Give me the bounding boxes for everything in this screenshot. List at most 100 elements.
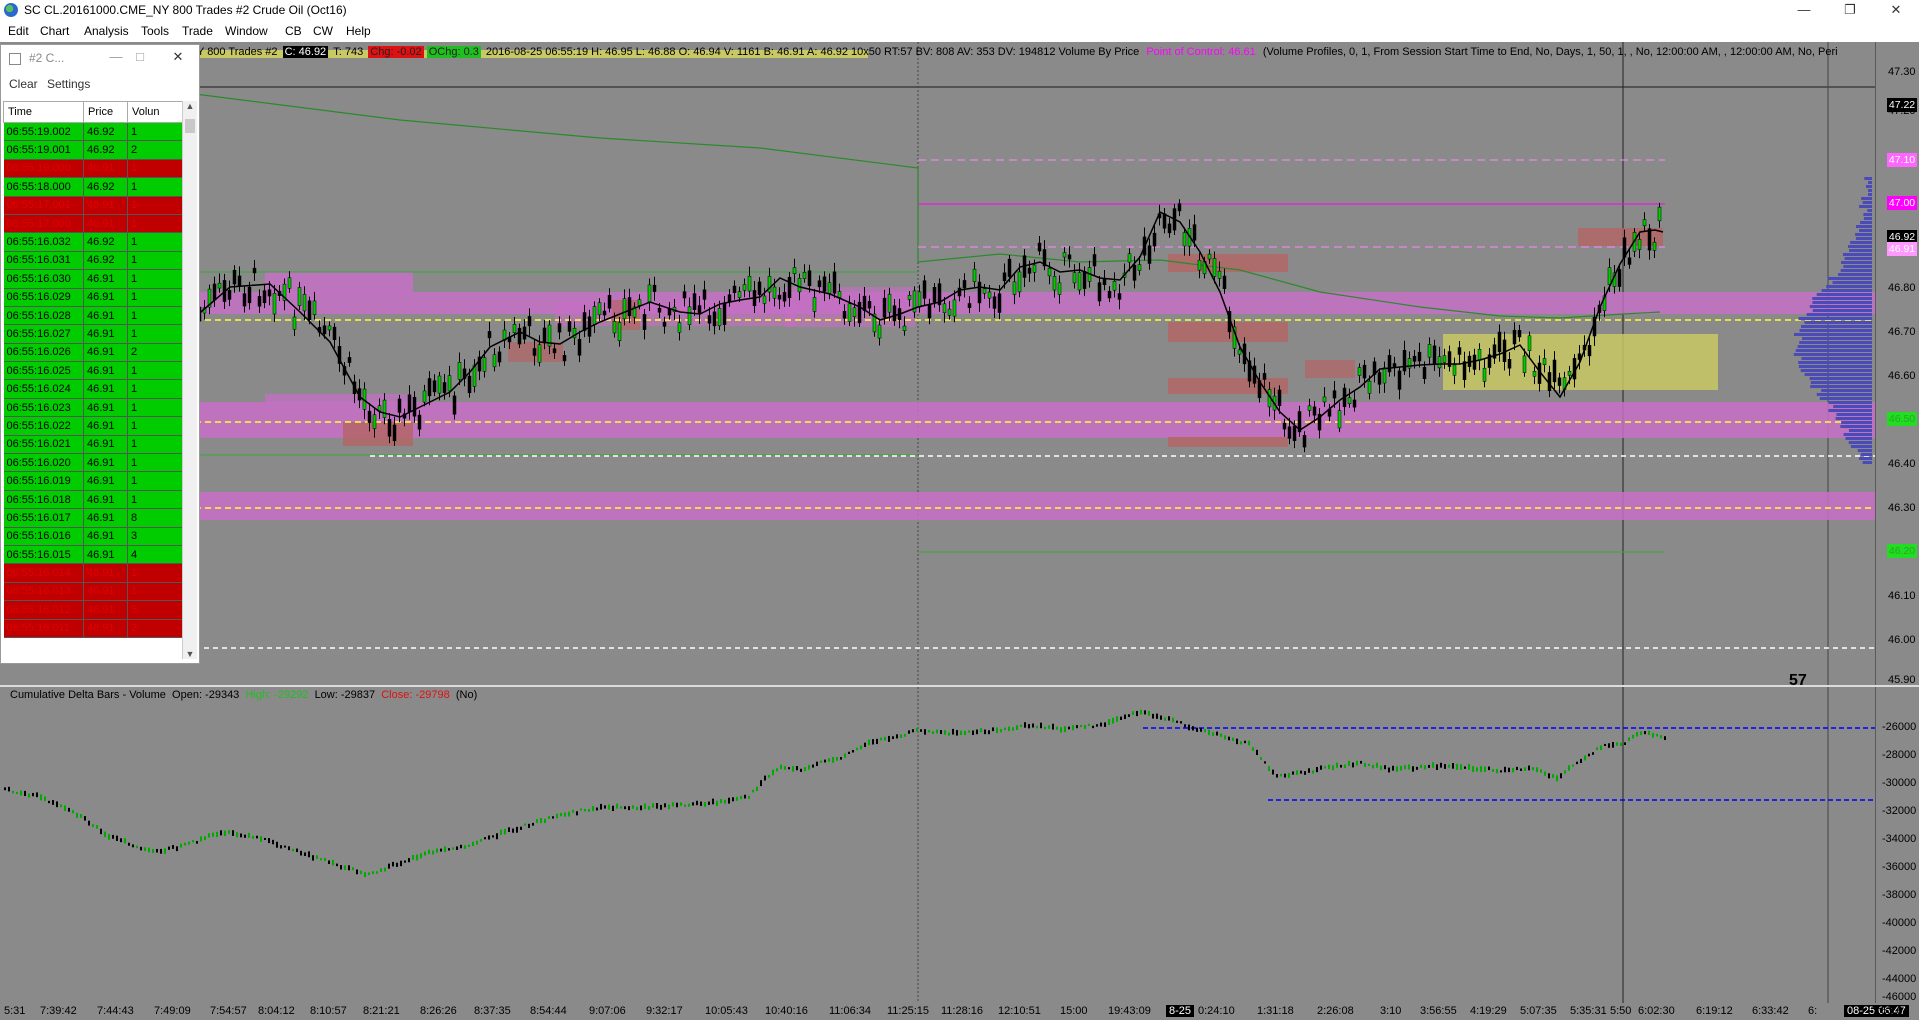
cumulative-delta-chart[interactable]: Cumulative Delta Bars - Volume Open: -29… [0,685,1919,1003]
ts-row[interactable]: 06:55:16.031 46.92 1 [3,251,184,271]
ts-cell-price: 46.91 [83,159,128,179]
menu-trade[interactable]: Trade [182,24,213,38]
menu-cb[interactable]: CB [285,24,302,38]
candle [1312,406,1317,416]
menu-edit[interactable]: Edit [8,24,29,38]
menu-cw[interactable]: CW [313,24,333,38]
delta-bar [40,794,42,801]
ts-row[interactable]: 06:55:16.015 46.91 4 [3,545,184,565]
ts-settings-button[interactable]: Settings [47,77,90,91]
ts-row[interactable]: 06:55:16.026 46.91 2 [3,343,184,363]
scroll-down-icon[interactable]: ▼ [183,649,197,659]
ts-row[interactable]: 06:55:16.018 46.91 1 [3,490,184,510]
ts-row[interactable]: 06:55:16.023 46.91 1 [3,398,184,418]
ts-maximize-button[interactable]: □ [129,47,151,67]
candle [427,378,432,397]
candle [812,297,817,312]
delta-bar [964,730,966,736]
ts-col-time[interactable]: Time [3,101,84,123]
price-chart[interactable]: Y 800 Trades #2 C: 46.92 T: 743 Chg: -0.… [0,42,1919,689]
candle [827,282,832,295]
delta-bar [960,730,962,736]
delta-axis[interactable]: -26000 -28000 -30000 -32000 -34000 -3600… [1875,687,1919,1003]
ts-row[interactable]: 06:55:16.025 46.91 1 [3,361,184,381]
candle [1607,267,1612,285]
volume-profile-bar [1795,349,1872,352]
delta-bar [300,850,302,856]
delta-bar [536,819,538,824]
restore-button[interactable]: ❐ [1827,0,1873,21]
candle [1287,426,1292,439]
volume-profile-bar [1850,241,1872,244]
ts-row[interactable]: 06:55:16.024 46.91 1 [3,379,184,399]
time-and-sales-window[interactable]: #2 C... — □ ✕ Clear Settings Time Price … [0,44,200,664]
ts-col-price[interactable]: Price [83,101,128,123]
candle [642,314,647,330]
ts-row[interactable]: 06:55:16.032 46.92 1 [3,232,184,252]
candle [1127,253,1132,263]
ts-row[interactable]: 06:55:16.014 46.91 1 [3,563,184,583]
delta-bar [492,835,494,838]
candle [482,357,487,372]
ts-clear-button[interactable]: Clear [9,77,38,91]
price-tag-green: 46.20 [1887,544,1917,558]
price-axis[interactable]: 47.30 47.20 46.80 46.70 46.60 46.40 46.3… [1875,42,1919,686]
ts-cell-price: 46.91 [83,416,128,436]
delta-chart-canvas[interactable] [0,687,1876,1003]
candle [552,348,557,354]
delta-bar [920,729,922,732]
ts-row[interactable]: 06:55:16.027 46.91 1 [3,324,184,344]
candle [292,316,297,330]
ts-row[interactable]: 06:55:19.002 46.92 1 [3,122,184,142]
delta-bar [304,852,306,856]
ts-row[interactable]: 06:55:16.022 46.91 1 [3,416,184,436]
ts-row[interactable]: 06:55:16.020 46.91 1 [3,453,184,473]
ts-row[interactable]: 06:55:16.029 46.91 1 [3,288,184,307]
delta-bar [520,826,522,830]
candle [1402,350,1407,372]
ts-cell-time: 06:55:16.030 [3,269,84,289]
price-chart-canvas[interactable] [0,42,1876,685]
delta-bar [1612,741,1614,748]
menu-help[interactable]: Help [346,24,371,38]
delta-bar [1352,762,1354,768]
ts-row[interactable]: 06:55:16.021 46.91 1 [3,435,184,455]
menu-chart[interactable]: Chart [40,24,69,38]
ts-cell-vol: 1 [127,324,184,344]
time-axis[interactable]: 5:31 7:39:42 7:44:43 7:49:09 7:54:57 8:04:12 8… [0,1003,1919,1020]
ts-row[interactable]: 06:55:16.016 46.91 3 [3,527,184,546]
ts-row[interactable]: 06:55:17.000 46.91 1 [3,214,184,234]
candle [1112,281,1117,291]
ts-minimize-button[interactable]: — [105,47,127,67]
ts-row[interactable]: 06:55:16.019 46.91 1 [3,471,184,491]
menu-analysis[interactable]: Analysis [84,24,129,38]
ts-scrollbar[interactable]: ▲ ▼ [182,101,197,659]
ts-row[interactable]: 06:55:16.030 46.91 1 [3,269,184,289]
delta-bar [368,872,370,876]
ts-row[interactable]: 06:55:16.028 46.91 1 [3,306,184,326]
close-button[interactable]: ✕ [1873,0,1919,21]
ts-row[interactable]: 06:55:18.000 46.92 1 [3,177,184,197]
ts-row[interactable]: 06:55:16.013 46.91 1 [3,582,184,602]
ts-row[interactable]: 06:55:16.012 46.91 5 [3,600,184,620]
ts-close-button[interactable]: ✕ [167,47,189,67]
scroll-thumb[interactable] [185,119,195,133]
menu-tools[interactable]: Tools [141,24,169,38]
delta-bar [1256,749,1258,756]
minimize-button[interactable]: — [1781,0,1827,21]
volume-profile-bar [1845,437,1872,440]
scroll-up-icon[interactable]: ▲ [183,101,197,111]
ts-row[interactable]: 06:55:19.001 46.92 2 [3,140,184,160]
delta-bar [1592,752,1594,755]
delta-bar [584,808,586,812]
ts-row[interactable]: 06:55:16.017 46.91 8 [3,508,184,528]
ts-col-volume[interactable]: Volun [126,101,184,123]
delta-bar [580,808,582,811]
ts-row[interactable]: 06:55:17.001 46.91 1 [3,196,184,215]
time-label: 8:37:35 [474,1005,511,1017]
menu-window[interactable]: Window [225,24,268,38]
ts-row[interactable]: 06:55:16.011 46.91 2 [3,619,184,638]
ts-row[interactable]: 06:55:19.000 46.91 1 [3,159,184,179]
delta-bar [1016,725,1018,730]
candle [527,316,532,327]
